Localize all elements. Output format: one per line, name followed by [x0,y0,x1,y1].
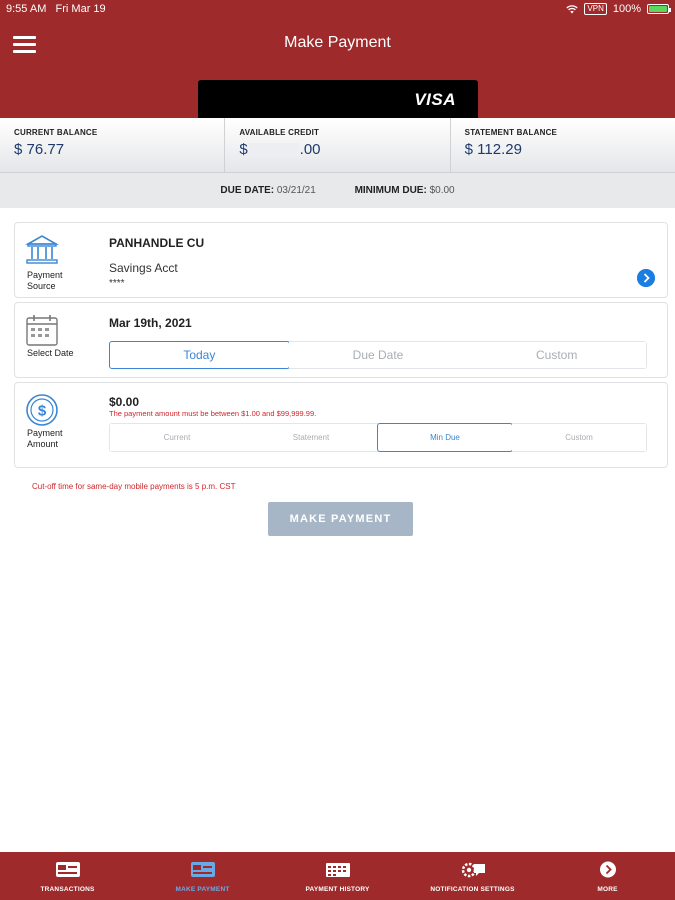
current-balance: CURRENT BALANCE $ 76.77 [0,118,226,172]
chevron-right-icon[interactable] [637,269,655,287]
battery-icon [647,4,671,14]
make-payment-button[interactable]: MAKE PAYMENT [268,502,413,536]
payment-amount-panel: $ Payment Amount $0.00 The payment amount… [14,382,668,468]
due-date: DUE DATE: 03/21/21 [220,185,316,196]
payment-source-panel[interactable]: Payment Source PANHANDLE CU Savings Acct … [14,222,668,298]
calendar-grid-icon [325,863,350,877]
current-balance-value: $ 76.77 [14,141,65,158]
amount-option-current[interactable]: Current [110,424,244,451]
battery-percent: 100% [612,3,641,15]
payment-amount-caption: Payment Amount [27,428,63,449]
select-date-panel: Select Date Mar 19th, 2021 Today Due Dat… [14,302,668,378]
amount-option-min-due[interactable]: Min Due [377,423,513,452]
bank-icon [25,235,59,264]
credit-card-image: VISA [198,80,478,120]
wifi-icon [566,4,579,13]
date-option-due-date[interactable]: Due Date [288,342,468,368]
tab-make-payment[interactable]: MAKE PAYMENT [135,852,270,900]
cutoff-notice: Cut-off time for same-day mobile payment… [32,482,236,491]
date-option-custom[interactable]: Custom [467,342,647,368]
available-credit: AVAILABLE CREDIT $ .00 [225,118,451,172]
tab-more[interactable]: MORE [540,852,675,900]
select-date-caption: Select Date [27,348,74,358]
due-info-bar: DUE DATE: 03/21/21 MINIMUM DUE: $0.00 [0,173,675,208]
masked-amount [248,143,299,158]
amount-error-message: The payment amount must be between $1.00… [109,409,317,418]
chevron-right-circle-icon [599,861,616,878]
status-indicators: VPN 100% [566,3,671,15]
available-credit-label: AVAILABLE CREDIT [239,128,320,137]
statement-balance-value: $ 112.29 [464,141,522,158]
payment-card-icon [190,862,215,877]
page-title: Make Payment [284,34,391,51]
dollar-circle-icon: $ [26,394,58,426]
account-mask: **** [109,278,125,289]
bottom-tab-bar: TRANSACTIONS MAKE PAYMENT PAYMENT HISTOR… [0,852,675,900]
amount-option-custom[interactable]: Custom [512,424,646,451]
date-option-selector: Today Due Date Custom [109,341,647,369]
selected-date: Mar 19th, 2021 [109,316,192,330]
gear-chat-icon [461,862,485,878]
tab-notification-settings[interactable]: NOTIFICATION SETTINGS [405,852,540,900]
minimum-due: MINIMUM DUE: $0.00 [354,185,455,196]
date-option-today[interactable]: Today [109,341,290,369]
status-bar: 9:55 AM Fri Mar 19 VPN 100% [0,0,675,20]
card-icon [55,862,80,877]
vpn-badge: VPN [584,3,607,15]
available-credit-value: $ .00 [239,141,321,158]
payment-amount-value: $0.00 [109,395,140,409]
balance-summary: CURRENT BALANCE $ 76.77 AVAILABLE CREDIT… [0,118,675,173]
calendar-icon [26,315,58,346]
status-time: 9:55 AM Fri Mar 19 [6,3,106,15]
payment-source-caption: Payment Source [27,270,63,291]
current-balance-label: CURRENT BALANCE [14,128,98,137]
bank-name: PANHANDLE CU [109,236,205,250]
tab-transactions[interactable]: TRANSACTIONS [0,852,135,900]
tab-payment-history[interactable]: PAYMENT HISTORY [270,852,405,900]
account-name: Savings Acct [109,261,178,275]
amount-option-statement[interactable]: Statement [244,424,378,451]
statement-balance: STATEMENT BALANCE $ 112.29 [451,118,675,172]
visa-logo: VISA [414,90,456,109]
statement-balance-label: STATEMENT BALANCE [464,128,558,137]
amount-option-selector: Current Statement Min Due Custom [109,423,647,452]
svg-text:$: $ [38,403,47,420]
